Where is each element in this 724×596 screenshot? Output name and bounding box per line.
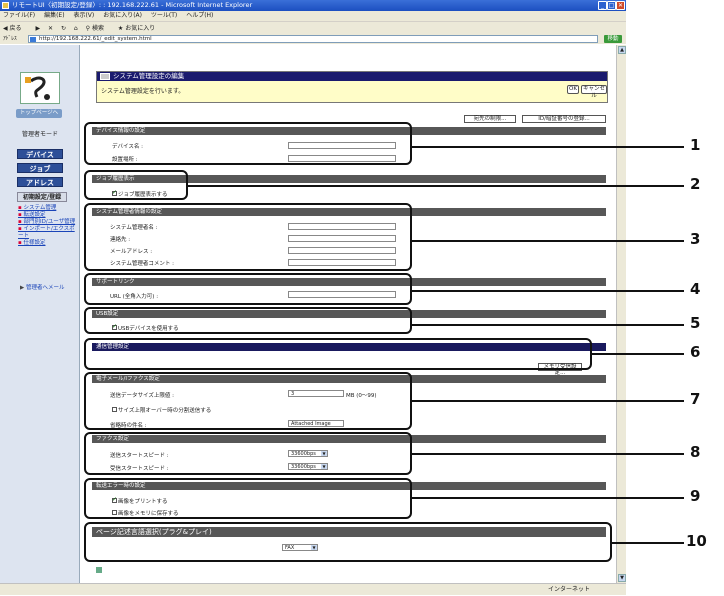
settings-sublinks: システム管理 転送設定 部門別ID/ユーザ管理 インポート/エクスポート 仕様設… xyxy=(18,205,80,247)
callout-frame-5 xyxy=(84,307,412,334)
link-specs[interactable]: 仕様設定 xyxy=(18,240,80,247)
nav-job[interactable]: ジョブ xyxy=(17,163,63,173)
callout-line-4 xyxy=(412,290,684,292)
back-button[interactable]: ◀ 戻る xyxy=(3,25,28,32)
callout-frame-6 xyxy=(84,338,592,370)
callout-frame-4 xyxy=(84,273,412,305)
callout-line-5 xyxy=(412,324,684,326)
page-description: システム管理設定を行います。 OK キャンセル xyxy=(97,81,607,102)
top-page-button[interactable]: トップページへ xyxy=(16,109,62,118)
link-import-export[interactable]: インポート/エクスポート xyxy=(18,226,80,240)
window-title: リモートUI〈初期設定/登録〉: : 192.168.222.61 - Micr… xyxy=(12,1,253,9)
address-bar: ｱﾄﾞﾚｽ http://192.168.222.61/_edit_system… xyxy=(0,34,626,44)
address-label: ｱﾄﾞﾚｽ xyxy=(3,36,17,42)
callout-line-6 xyxy=(592,353,684,355)
callout-frame-2 xyxy=(84,170,188,200)
callout-number-7: 7 xyxy=(690,390,701,408)
destination-limit-button[interactable]: 宛先の制限... xyxy=(464,115,516,123)
callout-number-5: 5 xyxy=(690,314,701,332)
scroll-down-icon[interactable]: ▼ xyxy=(618,574,626,582)
nav-settings-registration[interactable]: 初期設定/登録 xyxy=(17,192,67,202)
id-register-button[interactable]: ID/暗証番号の登録... xyxy=(522,115,606,123)
menu-tools[interactable]: ツール(T) xyxy=(151,12,177,19)
refresh-icon[interactable]: ↻ xyxy=(61,25,66,32)
home-icon[interactable]: ⌂ xyxy=(74,25,78,32)
admin-mail-link[interactable]: 管理者へメール xyxy=(20,283,65,291)
ie-app-icon xyxy=(2,2,9,9)
callout-frame-8 xyxy=(84,432,412,475)
menu-file[interactable]: ファイル(F) xyxy=(3,12,35,19)
toolbar: ◀ 戻る ▶ ✕ ↻ ⌂ ⚲ 検索 ★ お気に入り xyxy=(0,21,626,34)
callout-number-1: 1 xyxy=(690,136,701,154)
ok-button[interactable]: OK xyxy=(567,85,579,94)
link-forwarding[interactable]: 転送設定 xyxy=(18,212,80,219)
menu-help[interactable]: ヘルプ(H) xyxy=(186,12,213,19)
search-label: 検索 xyxy=(91,25,104,32)
stop-icon[interactable]: ✕ xyxy=(48,25,53,32)
back-label: 戻る xyxy=(9,25,22,32)
page-title-text: システム管理設定の編集 xyxy=(113,72,185,80)
callout-line-8 xyxy=(412,453,684,455)
address-input[interactable]: http://192.168.222.61/_edit_system.html xyxy=(28,35,598,43)
callout-frame-7 xyxy=(84,372,412,430)
callout-number-4: 4 xyxy=(690,280,701,298)
callout-number-3: 3 xyxy=(690,230,701,248)
callout-number-10: 10 xyxy=(686,532,707,550)
callout-line-7 xyxy=(412,400,684,402)
menu-view[interactable]: 表示(V) xyxy=(73,12,94,19)
page-icon xyxy=(30,37,36,42)
close-button[interactable]: ✕ xyxy=(616,1,625,10)
nav-address[interactable]: アドレス xyxy=(17,177,63,187)
scroll-up-icon[interactable]: ▲ xyxy=(618,46,626,54)
maximize-button[interactable]: □ xyxy=(607,1,616,10)
favorites-label: お気に入り xyxy=(125,25,156,32)
address-url: http://192.168.222.61/_edit_system.html xyxy=(39,36,152,42)
internet-zone-label: インターネット xyxy=(547,586,590,593)
page-bottom-icon xyxy=(96,567,102,573)
callout-number-9: 9 xyxy=(690,487,701,505)
remote-ui-logo xyxy=(20,72,60,104)
mode-label: 管理者モード xyxy=(21,131,58,138)
link-dept-id[interactable]: 部門別ID/ユーザ管理 xyxy=(18,219,80,226)
nav-device[interactable]: デバイス xyxy=(17,149,63,159)
page-description-text: システム管理設定を行います。 xyxy=(101,88,185,95)
page-title: システム管理設定の編集 xyxy=(97,72,607,81)
sidebar: トップページへ 管理者モード デバイス ジョブ アドレス 初期設定/登録 システ… xyxy=(0,45,80,583)
forward-button[interactable]: ▶ xyxy=(35,25,40,32)
menu-favorites[interactable]: お気に入り(A) xyxy=(103,12,142,19)
link-system-management[interactable]: システム管理 xyxy=(18,205,80,212)
callout-frame-9 xyxy=(84,478,412,519)
settings-icon xyxy=(100,73,110,80)
favorites-button[interactable]: ★ お気に入り xyxy=(118,25,161,32)
vertical-scrollbar[interactable]: ▲ ▼ xyxy=(616,45,626,583)
minimize-button[interactable]: _ xyxy=(598,1,607,10)
callout-frame-10 xyxy=(84,522,612,562)
callout-number-8: 8 xyxy=(690,443,701,461)
callout-line-2 xyxy=(188,185,684,187)
edit-header-panel: システム管理設定の編集 システム管理設定を行います。 OK キャンセル xyxy=(96,71,608,103)
callout-number-6: 6 xyxy=(690,343,701,361)
callout-frame-1 xyxy=(84,122,412,165)
callout-number-2: 2 xyxy=(690,175,701,193)
cancel-button[interactable]: キャンセル xyxy=(581,85,607,99)
callout-line-9 xyxy=(412,497,684,499)
menu-edit[interactable]: 編集(E) xyxy=(44,12,64,19)
search-button[interactable]: ⚲ 検索 xyxy=(86,25,110,32)
status-bar: インターネット xyxy=(0,583,626,595)
callout-line-10 xyxy=(612,542,684,544)
window-titlebar: リモートUI〈初期設定/登録〉: : 192.168.222.61 - Micr… xyxy=(0,0,626,11)
callout-frame-3 xyxy=(84,203,412,271)
go-button[interactable]: 移動 xyxy=(604,35,622,43)
menubar: ファイル(F) 編集(E) 表示(V) お気に入り(A) ツール(T) ヘルプ(… xyxy=(0,11,626,21)
callout-line-3 xyxy=(412,240,684,242)
callout-line-1 xyxy=(412,146,684,148)
